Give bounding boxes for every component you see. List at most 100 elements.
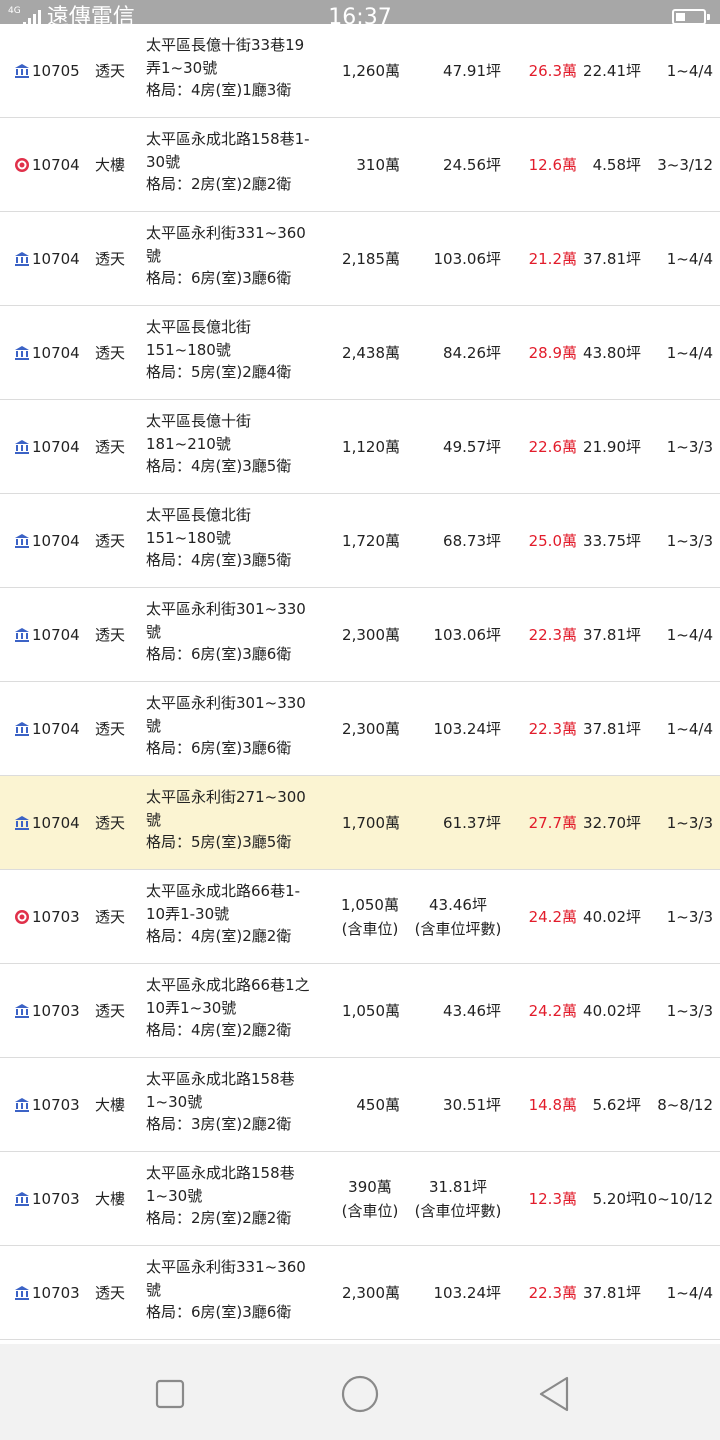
date-text: 10704 [32,343,80,362]
unit-price: 22.3萬 [528,626,577,644]
building-type: 透天 [95,250,126,268]
building-area-line: (含車位坪數) [414,1201,502,1220]
transaction-date: 10704 [14,118,94,211]
building-area: 103.06坪 [433,626,502,644]
table-row[interactable]: 10704 透天 太平區長億北街 151~180號 格局：4房(室)3廳5衛 1,720萬… [0,494,720,588]
total-price: 2,185萬 [342,250,400,268]
address-line: 太平區長億北街 [146,506,252,524]
building-type: 透天 [95,532,126,550]
total-price: 1,120萬 [342,438,400,456]
building-area: 61.37坪 [443,814,501,832]
table-row[interactable]: 10703 透天 太平區永利街331~360 號格局：6房(室)3廳6衛 2,300萬 1… [0,1246,720,1340]
date-text: 10703 [32,1095,80,1114]
bank-icon [14,627,30,643]
total-price: 1,700萬 [342,814,400,832]
building-area: 43.46坪 (含車位坪數) [410,870,506,963]
date-text: 10704 [32,155,80,174]
building-type: 透天 [95,626,126,644]
land-area: 32.70坪 [583,814,641,832]
table-row[interactable]: 10704 透天 太平區長億北街 151~180號 格局：5房(室)2廳4衛 2,438萬… [0,306,720,400]
recent-apps-icon [155,1379,185,1409]
floor-info: 1~4/4 [666,1283,713,1302]
address-line: 格局：3房(室)2廳2衛 [146,1115,292,1133]
bank-icon [14,251,30,267]
address-line: 格局：2房(室)2廳2衛 [146,1209,292,1227]
table-row[interactable]: 10704 透天 太平區長億十街 181~210號 格局：4房(室)3廳5衛 1,120萬… [0,400,720,494]
unit-price: 21.2萬 [528,250,577,268]
table-row[interactable]: 10705 透天 太平區長億十街33巷19 弄1~30號 格局：4房(室)1廳3衛 1,2… [0,24,720,118]
floor-info: 1~4/4 [666,249,713,268]
address-block: 太平區長億北街 151~180號 格局：4房(室)3廳5衛 [146,494,336,587]
address-line: 格局：6房(室)3廳6衛 [146,645,292,663]
bank-icon [14,1097,30,1113]
total-price: 390萬 (含車位) [338,1152,402,1245]
address-line: 30號 [146,152,181,171]
table-row[interactable]: 10703 透天 太平區永成北路66巷1之 10弄1~30號 格局：4房(室)2廳2衛 1… [0,964,720,1058]
address-line: 格局：4房(室)3廳5衛 [146,457,292,475]
date-text: 10703 [32,907,80,926]
land-area: 4.58坪 [592,156,641,174]
floor-info: 1~4/4 [666,625,713,644]
total-price: 310萬 [356,156,400,174]
address-line: 格局：4房(室)2廳2衛 [146,927,292,945]
transaction-date: 10703 [14,1246,94,1339]
home-button[interactable] [340,1374,380,1414]
recent-apps-button[interactable] [150,1374,190,1414]
table-row[interactable]: 10704 透天 太平區永利街301~330 號格局：6房(室)3廳6衛 2,300萬 1… [0,682,720,776]
floor-info: 1~3/3 [666,1001,713,1020]
land-area: 5.20坪 [592,1190,641,1208]
land-area: 43.80坪 [583,344,641,362]
date-text: 10704 [32,249,80,268]
address-block: 太平區永成北路158巷 1~30號 格局：2房(室)2廳2衛 [146,1152,336,1245]
transaction-list[interactable]: 10705 透天 太平區長億十街33巷19 弄1~30號 格局：4房(室)1廳3衛 1,2… [0,24,720,1344]
total-price: 1,720萬 [342,532,400,550]
transaction-date: 10704 [14,212,94,305]
address-line: 號 [146,810,162,829]
floor-info: 1~3/3 [666,813,713,832]
address-line: 格局：4房(室)2廳2衛 [146,1021,292,1039]
table-row[interactable]: 10703 透天 太平區永成北路66巷1- 10弄1-30號 格局：4房(室)2廳2衛 1… [0,870,720,964]
unit-price: 22.3萬 [528,1284,577,1302]
land-area: 40.02坪 [583,1002,641,1020]
transaction-date: 10704 [14,776,94,869]
building-area-line: 43.46坪 [429,895,487,914]
table-row[interactable]: 10703 大樓 太平區永成北路158巷 1~30號 格局：3房(室)2廳2衛 450萬 3… [0,1058,720,1152]
address-line: 太平區長億北街 [146,318,252,336]
back-button[interactable] [534,1374,574,1414]
bank-icon [14,533,30,549]
app-screen: 4G 遠傳電信 16:37 10705 透天 太平區長億十街33巷19 弄1~30號格… [0,0,720,1440]
address-line: 151~180號 [146,528,231,547]
date-text: 10703 [32,1283,80,1302]
building-area: 30.51坪 [443,1096,501,1114]
land-area: 21.90坪 [583,438,641,456]
building-type: 大樓 [95,1190,126,1208]
date-text: 10704 [32,813,80,832]
building-area: 68.73坪 [443,532,501,550]
building-type: 透天 [95,1284,126,1302]
table-row[interactable]: 10704 透天 太平區永利街271~300 號格局：5房(室)3廳5衛 1,700萬 6… [0,776,720,870]
address-block: 太平區永成北路158巷 1~30號 格局：3房(室)2廳2衛 [146,1058,336,1151]
address-block: 太平區永利街301~330 號格局：6房(室)3廳6衛 [146,682,336,775]
bank-icon [14,721,30,737]
floor-info: 8~8/12 [657,1095,713,1114]
table-row[interactable]: 10703 大樓 太平區永成北路158巷 1~30號 格局：2房(室)2廳2衛 390萬 (… [0,1152,720,1246]
building-area: 103.24坪 [433,720,502,738]
table-row[interactable]: 10704 透天 太平區永利街301~330 號格局：6房(室)3廳6衛 2,300萬 1… [0,588,720,682]
address-line: 格局：2房(室)2廳2衛 [146,175,292,193]
address-block: 太平區永利街301~330 號格局：6房(室)3廳6衛 [146,588,336,681]
table-row[interactable]: 10704 透天 太平區永利街331~360 號格局：6房(室)3廳6衛 2,185萬 1… [0,212,720,306]
unit-price: 24.2萬 [528,1002,577,1020]
address-line: 號 [146,622,162,641]
transaction-date: 10704 [14,588,94,681]
bank-icon [14,1191,30,1207]
address-block: 太平區永成北路158巷1- 30號 格局：2房(室)2廳2衛 [146,118,336,211]
bank-icon [14,63,30,79]
battery-icon [672,9,710,25]
date-text: 10704 [32,625,80,644]
transaction-date: 10703 [14,1152,94,1245]
table-row[interactable]: 10704 大樓 太平區永成北路158巷1- 30號 格局：2房(室)2廳2衛 310萬 2… [0,118,720,212]
address-block: 太平區長億十街 181~210號 格局：4房(室)3廳5衛 [146,400,336,493]
transaction-date: 10703 [14,1058,94,1151]
address-line: 太平區永利街271~300 [146,788,306,806]
date-text: 10703 [32,1189,80,1208]
